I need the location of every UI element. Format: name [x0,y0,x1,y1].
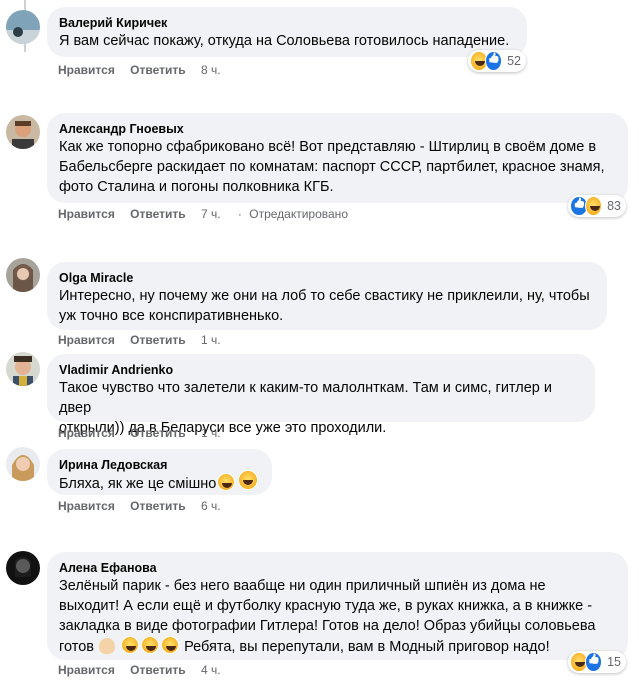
reaction-summary[interactable]: 83 [568,195,626,217]
haha-icon [584,196,603,216]
avatar[interactable] [6,115,40,149]
like-icon [484,51,503,71]
comment-author[interactable]: Ирина Ледовская [59,457,260,473]
reaction-count: 52 [507,54,521,68]
like-link[interactable]: Нравится [58,333,115,347]
comment-actions: Нравится Ответить 6 ч. [58,498,231,514]
comment-author[interactable]: Vladimir Andrienko [59,362,583,378]
comment-text-line: фото Сталина и погоны полковника КГБ. [59,179,334,195]
comment-text-line: готов [59,639,94,655]
comment-text-line: Бляха, як же це смішно [59,476,217,492]
comment-text-line: Такое чувство что залетели к каким-то ма… [59,380,552,416]
reaction-count: 15 [607,655,621,669]
comment-bubble: Александр Гноевых Как же топорно сфабрик… [47,113,628,203]
like-icon [584,652,603,672]
avatar[interactable] [6,551,40,585]
reply-link[interactable]: Ответить [130,207,185,221]
reply-link[interactable]: Ответить [130,499,185,513]
like-link[interactable]: Нравится [58,63,115,77]
comment-text: Я вам сейчас покажу, откуда на Соловьева… [59,33,510,49]
comment-bubble: Olga Miracle Интересно, ну почему же они… [47,262,607,330]
comment-timestamp[interactable]: 4 ч. [201,663,221,677]
comment-author[interactable]: Olga Miracle [59,270,595,286]
laughing-emoji-icon [217,473,236,491]
comment-text-line: Зелёный парик - без него ваабще ни один … [59,578,546,594]
laughing-emoji-icon [141,636,160,654]
comment-actions: Нравится Ответить 4 ч. [58,662,231,678]
laughing-emoji-icon [121,636,140,654]
comment-text-line: закладка в виде фотографии Гитлера! Гото… [59,618,596,634]
ok-hand-emoji-icon [99,638,115,654]
comment-timestamp[interactable]: 8 ч. [201,63,221,77]
reaction-summary[interactable]: 52 [468,50,526,72]
edited-label: Отредактировано [249,207,348,221]
comment-text-line: уж точно все конспиративненько. [59,308,284,324]
reply-link[interactable]: Ответить [130,426,185,440]
comment-text-line: Интересно, ну почему же они на лоб то се… [59,288,590,304]
like-link[interactable]: Нравится [58,426,115,440]
comment-bubble: Валерий Киричек Я вам сейчас покажу, отк… [47,7,527,57]
avatar[interactable] [6,447,40,481]
comment-text-line: выходит! А если ещё и футболку красную т… [59,598,593,614]
avatar[interactable] [6,10,40,44]
comment-text: Бляха, як же це смішно [59,473,260,494]
like-link[interactable]: Нравится [58,663,115,677]
comment-actions: Нравится Ответить 7 ч. · Отредактировано [58,206,348,222]
reply-link[interactable]: Ответить [130,663,185,677]
comment-text: готов Ребята, вы перепутали, вам в Модны… [59,636,616,657]
comment-author[interactable]: Александр Гноевых [59,121,616,137]
comment-bubble: Алена Ефанова Зелёный парик - без него в… [47,552,628,660]
comment-text-line: Как же топорно сфабриковано всё! Вот пре… [59,139,597,155]
comment-timestamp[interactable]: 7 ч. [201,207,221,221]
comment-timestamp[interactable]: 6 ч. [201,499,221,513]
comment-text-line: Ребята, вы перепутали, вам в Модный приг… [184,639,550,655]
comment-timestamp[interactable]: 1 ч. [201,333,221,347]
reply-link[interactable]: Ответить [130,63,185,77]
comment-timestamp[interactable]: 1 ч. [201,426,221,440]
like-link[interactable]: Нравится [58,499,115,513]
avatar[interactable] [6,258,40,292]
comment-actions: Нравится Ответить 8 ч. [58,62,231,78]
comment-author[interactable]: Валерий Киричек [59,15,515,31]
comment-actions: Нравится Ответить 1 ч. [58,332,231,348]
reaction-summary[interactable]: 15 [568,651,626,673]
comment-bubble: Vladimir Andrienko Такое чувство что зал… [47,354,595,436]
reaction-count: 83 [607,199,621,213]
laughing-emoji-icon [238,470,258,490]
comment-text-line: Бабельсберге раскидает по комнатам: пасп… [59,159,605,175]
comment-bubble: Ирина Ледовская Бляха, як же це смішно [47,449,272,495]
avatar[interactable] [6,352,40,386]
comment-actions: Нравится Ответить 1 ч. [58,425,231,441]
reply-link[interactable]: Ответить [130,333,185,347]
like-link[interactable]: Нравится [58,207,115,221]
separator-dot: · [237,207,242,221]
comment-author[interactable]: Алена Ефанова [59,560,616,576]
laughing-emoji-icon [161,636,180,654]
